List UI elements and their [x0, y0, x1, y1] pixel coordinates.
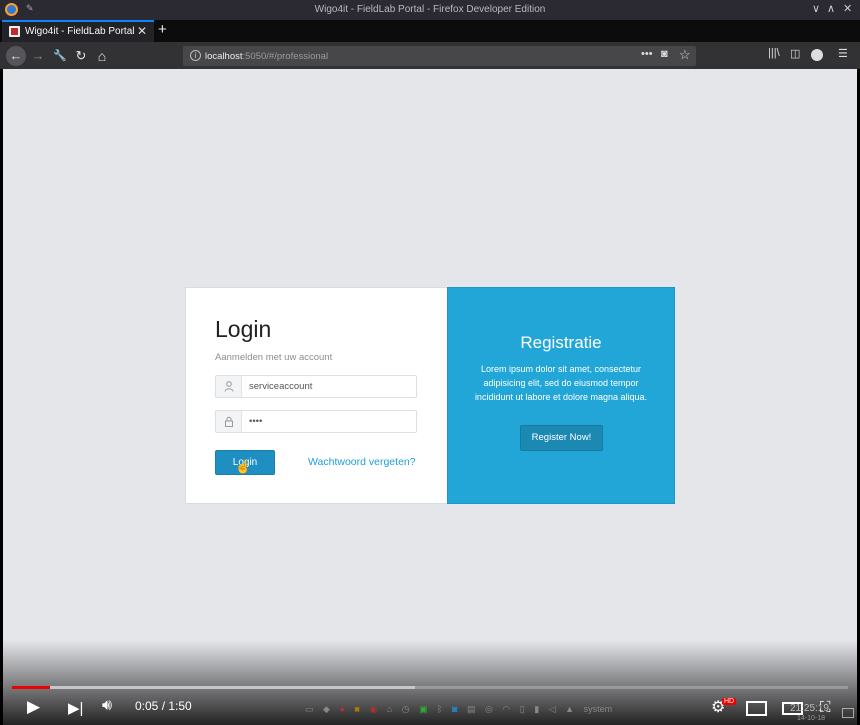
hd-badge: HD: [722, 698, 737, 705]
registration-text: Lorem ipsum dolor sit amet, consectetur …: [474, 364, 648, 402]
username-input[interactable]: [249, 379, 409, 394]
screen-icon: ▣: [419, 704, 428, 714]
package-icon: ■: [354, 704, 360, 714]
video-progress-bar[interactable]: [12, 686, 50, 689]
system-tray: ▭ ◆ ● ■ ◉ ⌂ ◷ ▣ ᛒ ◙ ▤ ◎ ◠ ▯ ▮ ◁ ▲ system: [305, 704, 700, 722]
record-icon: ●: [339, 704, 345, 714]
page-content: Login Aanmelden met uw account Login Wac…: [3, 69, 857, 725]
wifi-icon: ◠: [502, 704, 511, 714]
new-tab-button[interactable]: +: [158, 21, 167, 38]
hand-cursor-icon: ☝: [235, 459, 252, 474]
tray-expand-icon: ▲: [565, 704, 575, 714]
tab-close-icon[interactable]: ✕: [137, 24, 147, 38]
tab-label: Wigo4it - FieldLab Portal: [25, 26, 135, 37]
user-icon: [216, 376, 242, 397]
next-icon[interactable]: ▶|: [68, 699, 83, 717]
username-field[interactable]: [215, 375, 417, 398]
network-icon: ◙: [452, 704, 458, 714]
site-favicon-icon: [9, 26, 20, 37]
display-icon: ▤: [466, 704, 476, 714]
maximize-button[interactable]: ∧: [827, 2, 835, 15]
clipboard-icon: ▮: [534, 704, 540, 714]
hamburger-menu-icon[interactable]: ☰: [838, 47, 848, 60]
fullscreen-icon[interactable]: ⛶: [820, 699, 831, 716]
tab-fieldlab-portal[interactable]: Wigo4it - FieldLab Portal ✕: [2, 20, 154, 42]
lock-tray-icon: ⌂: [386, 704, 393, 714]
tab-strip: Wigo4it - FieldLab Portal ✕ +: [0, 20, 860, 42]
registration-title: Registratie: [520, 333, 602, 352]
padlock-icon: ▯: [519, 704, 525, 714]
navigation-toolbar: ← → 🔧 ↻ ⌂ i localhost:5050/#/professiona…: [0, 42, 860, 69]
url-bar[interactable]: i localhost:5050/#/professional ••• ◙ ☆: [183, 46, 696, 66]
login-panel: Login Aanmelden met uw account Login Wac…: [185, 287, 447, 504]
video-buffer-bar: [12, 686, 415, 689]
clock-tray-icon: ◷: [401, 704, 410, 714]
forward-button[interactable]: →: [28, 46, 48, 66]
home-button[interactable]: ⌂: [92, 46, 112, 66]
password-field[interactable]: [215, 410, 417, 433]
window-titlebar: ✎ Wigo4it - FieldLab Portal - Firefox De…: [0, 0, 860, 20]
lock-icon: [216, 411, 242, 432]
close-window-button[interactable]: ✕: [843, 2, 852, 15]
bookmark-star-icon[interactable]: ☆: [679, 47, 691, 63]
video-time: 0:05 / 1:50: [135, 699, 192, 713]
play-icon[interactable]: ▶: [27, 697, 40, 717]
sidebar-icon[interactable]: ◫: [790, 47, 800, 60]
volume-icon[interactable]: 🔊︎: [102, 697, 112, 715]
register-now-button[interactable]: Register Now!: [520, 425, 603, 451]
pocket-icon[interactable]: ◙: [661, 48, 668, 60]
tray-label: system: [583, 704, 613, 714]
miniplayer-icon[interactable]: [746, 701, 767, 716]
login-subtitle: Aanmelden met uw account: [215, 352, 333, 363]
minimize-button[interactable]: ∨: [812, 2, 820, 15]
library-icon[interactable]: |||\: [768, 47, 780, 59]
account-avatar-icon[interactable]: [811, 49, 823, 61]
folder-icon: ▭: [305, 704, 314, 714]
forgot-password-link[interactable]: Wachtwoord vergeten?: [308, 456, 416, 468]
page-actions-icon[interactable]: •••: [641, 48, 653, 60]
password-input[interactable]: [249, 414, 409, 429]
show-desktop-icon[interactable]: [842, 708, 854, 718]
site-info-icon[interactable]: i: [190, 50, 201, 61]
tools-wrench-icon[interactable]: 🔧: [50, 46, 70, 66]
drop-icon: ◆: [323, 704, 330, 714]
speaker-tray-icon: ◁: [548, 704, 556, 714]
vpn-icon: ◎: [485, 704, 493, 714]
window-title: Wigo4it - FieldLab Portal - Firefox Deve…: [314, 4, 546, 15]
back-button[interactable]: ←: [6, 46, 26, 66]
login-title: Login: [215, 316, 272, 342]
bluetooth-icon: ᛒ: [437, 704, 443, 714]
reload-button[interactable]: ↻: [71, 46, 91, 66]
system-date: 14-10-18: [797, 715, 826, 722]
registration-panel: Registratie Lorem ipsum dolor sit amet, …: [447, 287, 675, 504]
url-text[interactable]: localhost:5050/#/professional: [205, 51, 328, 62]
update-icon: ◉: [369, 704, 378, 714]
